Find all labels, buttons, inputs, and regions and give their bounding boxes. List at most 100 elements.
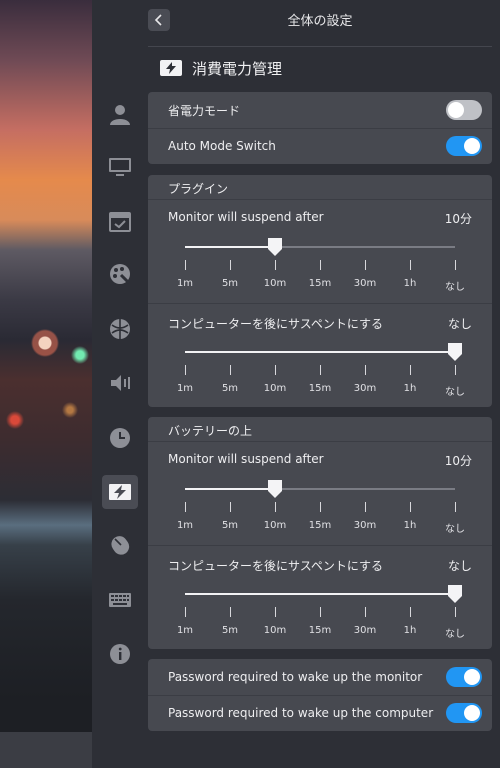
slider-tick — [185, 502, 186, 512]
slider-tick-label: 15m — [308, 625, 332, 636]
slider-tick — [320, 607, 321, 617]
slider-thumb[interactable] — [268, 238, 282, 256]
slider-tick-label: 1m — [176, 625, 194, 636]
slider-tick — [365, 502, 366, 512]
nav-display[interactable] — [102, 150, 138, 184]
slider-tick-label: なし — [445, 629, 465, 640]
plugged-in-title: プラグイン — [168, 182, 229, 196]
battery-monitor-slider-block: Monitor will suspend after 10分 1m 5m 10m 15… — [148, 442, 492, 552]
nav-sound[interactable] — [102, 366, 138, 400]
slider-tick — [410, 607, 411, 617]
slider-tick — [275, 607, 276, 617]
slider-tick-label: 5m — [221, 278, 239, 289]
plugged-computer-label: コンピューターを後にサスペントにする — [168, 317, 384, 331]
auto-mode-switch-toggle[interactable] — [446, 136, 482, 156]
slider-fill — [185, 488, 275, 490]
nav-power[interactable] — [102, 475, 138, 509]
slider-tick-label: 10m — [263, 520, 287, 531]
slider-tick-label: 10m — [263, 278, 287, 289]
plugged-monitor-slider-block: Monitor will suspend after 10分 1m 5m 10m 15… — [148, 200, 492, 310]
power-saving-toggle[interactable] — [446, 100, 482, 120]
slider-thumb[interactable] — [268, 480, 282, 498]
slider-tick-label: 15m — [308, 278, 332, 289]
slider-tick — [455, 260, 456, 270]
slider-tick — [230, 502, 231, 512]
plugged-computer-slider[interactable] — [185, 343, 462, 361]
plugged-in-card: プラグイン Monitor will suspend after 10分 1m 5… — [148, 175, 492, 407]
password-card: Password required to wake up the monitor… — [148, 659, 492, 731]
slider-tick — [230, 260, 231, 270]
battery-computer-slider-block: コンピューターを後にサスペントにする なし 1m 5m 10m 15m 30m 1h なし — [148, 547, 492, 649]
chevron-left-icon — [154, 14, 162, 26]
slider-tick-label: 1h — [403, 520, 417, 531]
slider-tick — [410, 260, 411, 270]
slider-tick-label: 30m — [353, 520, 377, 531]
sound-icon — [111, 375, 130, 391]
default-apps-icon — [109, 212, 131, 232]
slider-tick — [410, 502, 411, 512]
battery-computer-label: コンピューターを後にサスペントにする — [168, 559, 384, 573]
sidebar-nav — [92, 0, 148, 768]
slider-tick-label: 10m — [263, 625, 287, 636]
personalization-icon — [110, 264, 131, 285]
slider-tick — [230, 607, 231, 617]
nav-network[interactable] — [102, 312, 138, 346]
slider-tick — [185, 607, 186, 617]
nav-mouse[interactable] — [102, 528, 138, 562]
slider-tick — [275, 502, 276, 512]
slider-tick — [455, 607, 456, 617]
slider-tick-label: 1m — [176, 520, 194, 531]
nav-account[interactable] — [102, 97, 138, 131]
page-title: 全体の設定 — [287, 14, 353, 29]
slider-tick — [185, 365, 186, 375]
battery-computer-slider[interactable] — [185, 585, 462, 603]
auto-mode-switch-label: Auto Mode Switch — [168, 139, 276, 153]
slider-tick-label: 1m — [176, 278, 194, 289]
password-monitor-label: Password required to wake up the monitor — [168, 670, 423, 684]
slider-tick — [320, 260, 321, 270]
slider-tick — [365, 365, 366, 375]
slider-tick — [275, 365, 276, 375]
slider-tick — [230, 365, 231, 375]
nav-time[interactable] — [102, 421, 138, 455]
battery-monitor-slider[interactable] — [185, 480, 455, 498]
password-monitor-toggle[interactable] — [446, 667, 482, 687]
slider-tick — [455, 365, 456, 375]
slider-fill — [185, 593, 455, 595]
slider-tick-label: 5m — [221, 625, 239, 636]
nav-personalization[interactable] — [102, 257, 138, 291]
info-icon — [110, 644, 130, 664]
slider-tick-label: なし — [445, 282, 465, 293]
battery-computer-value: なし — [447, 559, 472, 573]
nav-keyboard[interactable] — [102, 583, 138, 617]
keyboard-icon — [109, 593, 131, 607]
power-icon — [109, 484, 131, 500]
nav-default-apps[interactable] — [102, 205, 138, 239]
slider-tick-label: 1h — [403, 383, 417, 394]
network-icon — [110, 319, 130, 339]
plugged-computer-slider-block: コンピューターを後にサスペントにする なし 1m 5m 10m 15m 30m 1h なし — [148, 305, 492, 407]
display-icon — [109, 158, 131, 176]
nav-info[interactable] — [102, 637, 138, 671]
auto-mode-switch-row: Auto Mode Switch — [148, 128, 492, 164]
slider-tick-label: なし — [445, 387, 465, 398]
slider-tick-label: 1h — [403, 625, 417, 636]
plugged-monitor-slider[interactable] — [185, 238, 455, 256]
slider-tick-label: 1m — [176, 383, 194, 394]
slider-tick — [365, 607, 366, 617]
slider-tick-label: なし — [445, 524, 465, 535]
slider-thumb[interactable] — [448, 585, 462, 603]
power-saving-label: 省電力モード — [168, 103, 241, 118]
section-title: 消費電力管理 — [192, 59, 283, 78]
slider-tick-label: 5m — [221, 520, 239, 531]
slider-tick-label: 5m — [221, 383, 239, 394]
power-management-icon — [160, 60, 182, 76]
password-computer-toggle[interactable] — [446, 703, 482, 723]
slider-tick — [185, 260, 186, 270]
desktop-wallpaper — [0, 0, 92, 768]
slider-thumb[interactable] — [448, 343, 462, 361]
battery-title: バッテリーの上 — [168, 424, 253, 438]
dock-strip — [0, 732, 92, 768]
back-button[interactable] — [148, 9, 170, 31]
plugged-monitor-label: Monitor will suspend after — [168, 210, 324, 224]
